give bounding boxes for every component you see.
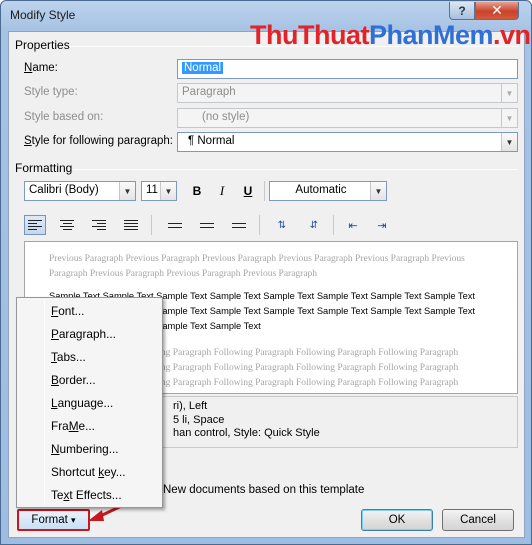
menu-gutter bbox=[44, 300, 45, 505]
bold-button[interactable]: B bbox=[186, 181, 208, 201]
following-style-select[interactable]: ¶ Normal ▼ bbox=[177, 132, 518, 152]
chevron-down-icon: ▼ bbox=[501, 133, 517, 151]
based-on-label: Style based on: bbox=[24, 111, 104, 123]
toolbar-divider bbox=[151, 215, 152, 235]
close-button[interactable]: ✕ bbox=[475, 2, 519, 20]
menu-item-border[interactable]: Border... bbox=[51, 373, 96, 387]
menu-item-tabs[interactable]: Tabs... bbox=[51, 350, 86, 364]
align-right-icon bbox=[92, 220, 106, 230]
new-documents-option[interactable]: New documents based on this template bbox=[163, 484, 364, 496]
single-spacing-button[interactable] bbox=[164, 215, 186, 235]
increase-spacing-before-button[interactable]: ⇅ bbox=[271, 215, 293, 235]
align-center-button[interactable] bbox=[56, 215, 78, 235]
align-left-icon bbox=[28, 220, 42, 230]
align-right-button[interactable] bbox=[88, 215, 110, 235]
menu-item-language[interactable]: Language... bbox=[51, 396, 113, 410]
toolbar-divider bbox=[333, 215, 334, 235]
watermark-logo: ThuThuatPhanMem.vn bbox=[250, 20, 531, 50]
font-select[interactable]: Calibri (Body) ▼ bbox=[24, 181, 136, 201]
font-size-value: 11 bbox=[146, 184, 158, 196]
menu-item-shortcut-key[interactable]: Shortcut key... bbox=[51, 465, 126, 479]
indent-icon: ⇥ bbox=[377, 219, 387, 232]
font-size-select[interactable]: 11 ▼ bbox=[141, 181, 177, 201]
decrease-spacing-before-button[interactable]: ⇵ bbox=[303, 215, 325, 235]
font-value: Calibri (Body) bbox=[29, 184, 99, 196]
based-on-value: (no style) bbox=[202, 111, 250, 123]
font-color-select[interactable]: Automatic ▼ bbox=[269, 181, 387, 201]
menu-item-numbering[interactable]: Numbering... bbox=[51, 442, 119, 456]
menu-item-font[interactable]: Font... bbox=[51, 304, 84, 318]
format-menu: Font... Paragraph... Tabs... Border... L… bbox=[16, 297, 163, 508]
following-style-label: Style for following paragraph: bbox=[24, 135, 173, 147]
menu-item-text-effects[interactable]: Text Effects... bbox=[51, 488, 122, 502]
toolbar-divider bbox=[259, 215, 260, 235]
formatting-group-label: Formatting bbox=[15, 161, 73, 175]
name-input[interactable]: Normal bbox=[177, 59, 518, 79]
preview-previous-paragraph: Previous Paragraph Previous Paragraph Pr… bbox=[49, 254, 465, 279]
menu-item-paragraph[interactable]: Paragraph... bbox=[51, 327, 116, 341]
italic-button[interactable]: I bbox=[211, 181, 233, 201]
increase-indent-button[interactable]: ⇥ bbox=[371, 215, 393, 235]
chevron-down-icon: ▼ bbox=[501, 84, 517, 102]
outdent-icon: ⇤ bbox=[348, 219, 358, 232]
format-label: Format bbox=[31, 514, 68, 526]
style-type-label: Style type: bbox=[24, 86, 78, 98]
style-type-value: Paragraph bbox=[182, 86, 236, 98]
single-spacing-icon bbox=[168, 222, 182, 228]
name-label: Name: bbox=[24, 62, 58, 74]
chevron-down-icon: ▼ bbox=[501, 109, 517, 127]
align-center-icon bbox=[60, 220, 74, 230]
help-button[interactable]: ? bbox=[449, 2, 475, 20]
font-color-value: Automatic bbox=[295, 184, 347, 196]
formatting-divider bbox=[73, 169, 518, 170]
ok-button[interactable]: OK bbox=[361, 509, 433, 531]
align-left-button[interactable] bbox=[24, 215, 46, 235]
chevron-down-icon: ▼ bbox=[119, 182, 135, 200]
underline-button[interactable]: U bbox=[237, 181, 259, 201]
decrease-indent-button[interactable]: ⇤ bbox=[342, 215, 364, 235]
cancel-button[interactable]: Cancel bbox=[442, 509, 514, 531]
menu-item-frame[interactable]: FraMe... bbox=[51, 419, 95, 433]
chevron-down-icon: ▼ bbox=[370, 182, 386, 200]
name-value: Normal bbox=[182, 62, 224, 74]
based-on-select[interactable]: (no style) ▼ bbox=[177, 108, 518, 128]
chevron-down-icon: ▼ bbox=[160, 182, 176, 200]
toolbar-divider bbox=[264, 181, 265, 201]
new-documents-label: New documents based on this template bbox=[163, 484, 365, 496]
spacing-down-icon: ⇵ bbox=[309, 219, 319, 231]
justify-icon bbox=[124, 220, 138, 230]
spacing-up-icon: ⇅ bbox=[277, 219, 287, 231]
window-title: Modify Style bbox=[10, 8, 76, 22]
one-half-spacing-icon bbox=[200, 222, 214, 228]
justify-button[interactable] bbox=[120, 215, 142, 235]
properties-group-label: Properties bbox=[15, 38, 70, 52]
following-style-value: ¶ Normal bbox=[188, 135, 235, 147]
double-spacing-button[interactable] bbox=[228, 215, 250, 235]
one-half-spacing-button[interactable] bbox=[196, 215, 218, 235]
format-button[interactable]: Format ▾ bbox=[17, 509, 90, 531]
double-spacing-icon bbox=[232, 222, 246, 228]
chevron-down-icon: ▾ bbox=[71, 514, 76, 525]
style-type-select[interactable]: Paragraph ▼ bbox=[177, 83, 518, 103]
